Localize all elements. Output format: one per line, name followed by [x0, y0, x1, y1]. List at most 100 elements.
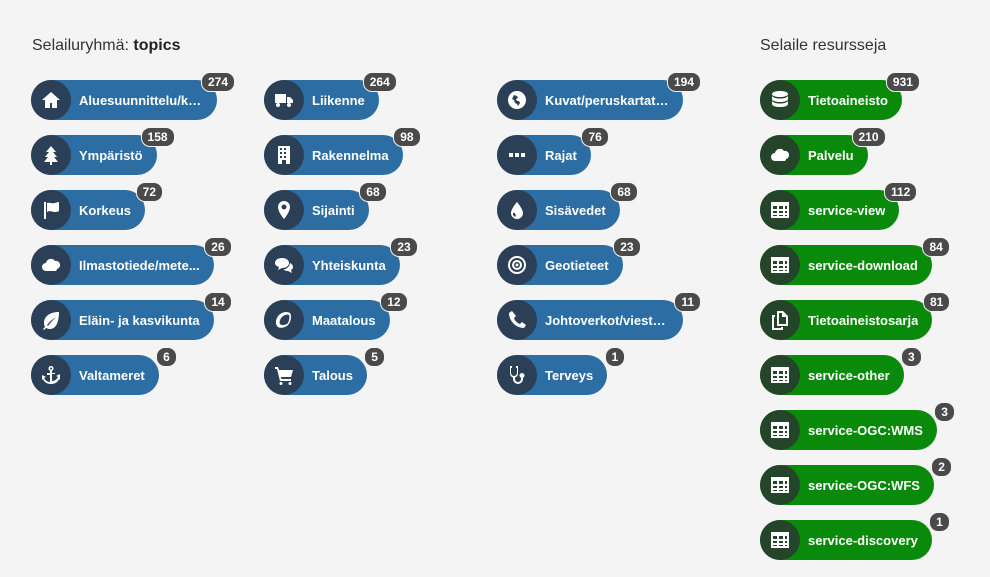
topic-shopping-cart-count-badge: 5 [364, 347, 385, 367]
topic-phone-label: Johtoverkot/viestintä [545, 312, 669, 328]
topic-lemon-button[interactable]: Maatalous 12 [264, 292, 408, 340]
bullseye-icon [497, 245, 537, 285]
phone-icon [497, 300, 537, 340]
topics-heading-prefix: Selailuryhmä: [32, 37, 134, 54]
resource-5-button[interactable]: service-other 3 [760, 347, 922, 395]
comments-icon [264, 245, 304, 285]
topic-phone-button[interactable]: Johtoverkot/viestintä 11 [497, 292, 701, 340]
table-icon [760, 190, 800, 230]
topics-heading-group: topics [133, 37, 181, 54]
topic-cloud-count-badge: 26 [204, 237, 232, 257]
cloud-icon [31, 245, 71, 285]
topic-leaf-row: Eläin- ja kasvikunta 14 [31, 292, 232, 355]
tree-icon [31, 135, 71, 175]
resource-5-label: service-other [808, 367, 890, 383]
topic-shopping-cart-row: Talous 5 [264, 347, 403, 410]
topic-tint-row: Sisävedet 68 [497, 182, 683, 245]
resources-heading: Selaile resursseja [760, 37, 887, 54]
home-icon [31, 80, 71, 120]
topic-ellipsis-row: Rajat 76 [497, 127, 683, 190]
topic-anchor-button[interactable]: Valtameret 6 [31, 347, 177, 395]
topic-comments-count-badge: 23 [390, 237, 418, 257]
topic-comments-button[interactable]: Yhteiskunta 23 [264, 237, 418, 285]
topic-leaf-count-badge: 14 [204, 292, 232, 312]
database-icon [760, 80, 800, 120]
topic-comments-label: Yhteiskunta [312, 257, 386, 273]
table-icon [760, 410, 800, 450]
topic-bullseye-label: Geotieteet [545, 257, 609, 273]
topic-leaf-button[interactable]: Eläin- ja kasvikunta 14 [31, 292, 232, 340]
topic-tree-count-badge: 158 [140, 127, 175, 147]
topic-globe-label: Kuvat/peruskartat/... [545, 92, 669, 108]
table-icon [760, 245, 800, 285]
cloud-icon [760, 135, 800, 175]
topic-home-row: Aluesuunnittelu/kii... 274 [31, 72, 235, 135]
resource-0-button[interactable]: Tietoaineisto 931 [760, 72, 920, 120]
topic-globe-button[interactable]: Kuvat/peruskartat/... 194 [497, 72, 701, 120]
copy-icon [760, 300, 800, 340]
resource-1-count-badge: 210 [851, 127, 886, 147]
topic-shopping-cart-button[interactable]: Talous 5 [264, 347, 385, 395]
topic-tree-button[interactable]: Ympäristö 158 [31, 127, 175, 175]
resource-0-count-badge: 931 [885, 72, 920, 92]
flag-icon [31, 190, 71, 230]
topic-tint-button[interactable]: Sisävedet 68 [497, 182, 638, 230]
topics-heading: Selailuryhmä: topics [32, 37, 181, 55]
resource-7-button[interactable]: service-OGC:WFS 2 [760, 457, 952, 505]
resource-1-button[interactable]: Palvelu 210 [760, 127, 886, 175]
resource-7-count-badge: 2 [931, 457, 952, 477]
resource-6-button[interactable]: service-OGC:WMS 3 [760, 402, 955, 450]
resource-5-count-badge: 3 [900, 347, 922, 367]
truck-icon [264, 80, 304, 120]
topics-column-3: Kuvat/peruskartat/... 194 Rajat 76 Sisävedet… [497, 72, 701, 410]
topic-cloud-row: Ilmastotiede/mete... 26 [31, 237, 232, 300]
topic-anchor-row: Valtameret 6 [31, 347, 217, 410]
topic-stethoscope-button[interactable]: Terveys 1 [497, 347, 626, 395]
topic-truck-button[interactable]: Liikenne 264 [264, 72, 397, 120]
resource-6-label: service-OGC:WMS [808, 422, 923, 438]
topic-tree-row: Ympäristö 158 [31, 127, 217, 190]
resource-3-button[interactable]: service-download 84 [760, 237, 950, 285]
topic-building-button[interactable]: Rakennelma 98 [264, 127, 421, 175]
resource-8-button[interactable]: service-discovery 1 [760, 512, 950, 560]
resource-6-count-badge: 3 [934, 402, 955, 422]
topic-ellipsis-button[interactable]: Rajat 76 [497, 127, 609, 175]
topic-lemon-count-badge: 12 [380, 292, 408, 312]
topics-column-2: Liikenne 264 Rakennelma 98 Sijainti 68 Yhteisk… [264, 72, 421, 410]
topic-bullseye-row: Geotieteet 23 [497, 237, 683, 300]
tint-icon [497, 190, 537, 230]
topic-map-marker-button[interactable]: Sijainti 68 [264, 182, 387, 230]
resources-column: Tietoaineisto 931 Palvelu 210 service-view 11… [760, 72, 955, 575]
topic-tree-label: Ympäristö [79, 147, 143, 163]
topic-truck-row: Liikenne 264 [264, 72, 403, 135]
lemon-icon [264, 300, 304, 340]
table-icon [760, 520, 800, 560]
topic-home-button[interactable]: Aluesuunnittelu/kii... 274 [31, 72, 235, 120]
topic-map-marker-count-badge: 68 [359, 182, 387, 202]
resource-3-row: service-download 84 [760, 237, 950, 300]
resource-2-label: service-view [808, 202, 886, 218]
resource-3-label: service-download [808, 257, 918, 273]
table-icon [760, 465, 800, 505]
topic-ellipsis-label: Rajat [545, 147, 577, 163]
topic-shopping-cart-label: Talous [312, 367, 353, 383]
topic-home-label: Aluesuunnittelu/kii... [79, 92, 203, 108]
topic-cloud-button[interactable]: Ilmastotiede/mete... 26 [31, 237, 232, 285]
resource-2-button[interactable]: service-view 112 [760, 182, 918, 230]
topic-bullseye-button[interactable]: Geotieteet 23 [497, 237, 641, 285]
topic-phone-count-badge: 11 [674, 292, 701, 312]
topic-truck-label: Liikenne [312, 92, 365, 108]
resource-4-button[interactable]: Tietoaineistosarja 81 [760, 292, 951, 340]
topic-tint-count-badge: 68 [610, 182, 638, 202]
topic-stethoscope-label: Terveys [545, 367, 594, 383]
topic-lemon-row: Maatalous 12 [264, 292, 408, 355]
building-icon [264, 135, 304, 175]
topic-flag-button[interactable]: Korkeus 72 [31, 182, 164, 230]
leaf-icon [31, 300, 71, 340]
anchor-icon [31, 355, 71, 395]
ellipsis-icon [497, 135, 537, 175]
topic-cloud-label: Ilmastotiede/mete... [79, 257, 200, 273]
topic-stethoscope-row: Terveys 1 [497, 347, 683, 410]
resource-7-label: service-OGC:WFS [808, 477, 920, 493]
topic-tint-label: Sisävedet [545, 202, 606, 218]
